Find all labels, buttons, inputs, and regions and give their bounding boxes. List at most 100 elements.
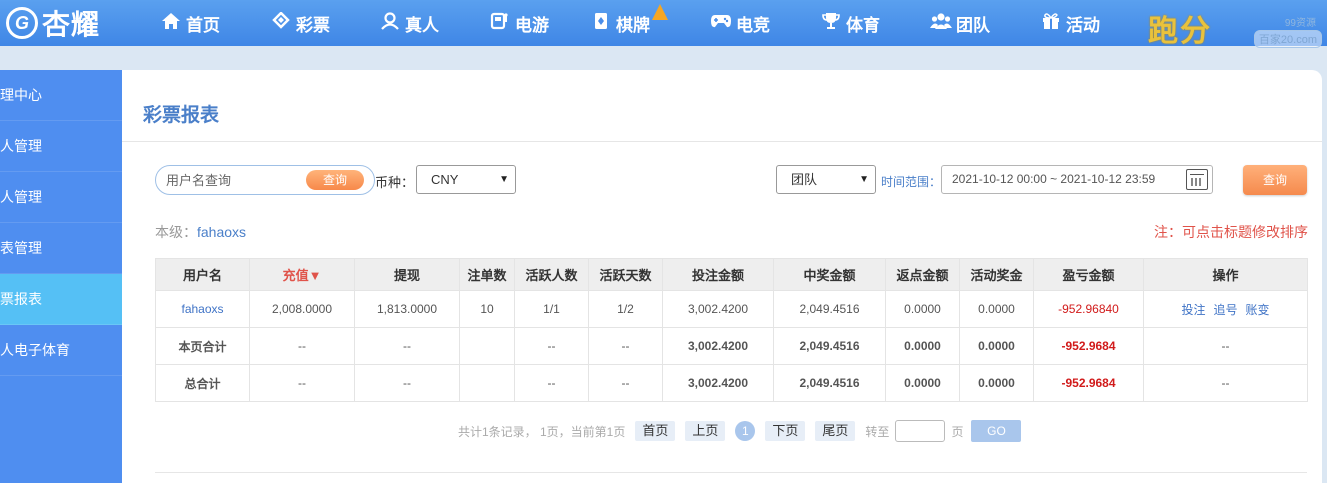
- total-withdraw: --: [354, 364, 460, 402]
- total-orders: [459, 364, 515, 402]
- total-actions: --: [1143, 327, 1308, 365]
- row-rebate: 0.0000: [885, 290, 960, 328]
- col-rebate[interactable]: 返点金额: [885, 258, 960, 291]
- page-total-row: 本页合计 -- -- -- -- 3,002.4200 2,049.4516 0…: [155, 327, 1308, 365]
- row-active-users: 1/1: [514, 290, 589, 328]
- date-range-input[interactable]: 2021-10-12 00:00 ~ 2021-10-12 23:59: [941, 165, 1213, 194]
- total-bet: 3,002.4200: [662, 364, 774, 402]
- nav-label: 体育: [846, 15, 880, 35]
- report-table: 用户名 充值▼ 提现 注单数 活跃人数 活跃天数 投注金额 中奖金额 返点金额 …: [155, 258, 1308, 402]
- table-header-row: 用户名 充值▼ 提现 注单数 活跃人数 活跃天数 投注金额 中奖金额 返点金额 …: [155, 258, 1308, 291]
- nav-item-chess-cards[interactable]: 棋牌: [590, 0, 710, 46]
- first-page-button[interactable]: 首页: [635, 421, 676, 441]
- table-row: fahaoxs 2,008.0000 1,813.0000 10 1/1 1/2…: [155, 290, 1308, 328]
- current-level: 本级：fahaoxs: [155, 222, 246, 242]
- account-change-link[interactable]: 账变: [1246, 303, 1270, 317]
- nav-item-lottery[interactable]: 彩票: [270, 0, 379, 46]
- nav-label: 彩票: [296, 15, 330, 35]
- ticket-icon: [270, 10, 292, 35]
- chevron-down-icon: ▼: [499, 174, 509, 185]
- brand-logo[interactable]: G 杏耀: [6, 5, 100, 41]
- col-profit[interactable]: 盈亏金额: [1033, 258, 1144, 291]
- total-bet: 3,002.4200: [662, 327, 774, 365]
- chase-link[interactable]: 追号: [1213, 303, 1237, 317]
- gift-icon: [1040, 12, 1062, 35]
- username-search-input[interactable]: [166, 169, 296, 191]
- page-title: 彩票报表: [143, 105, 220, 126]
- title-divider: [122, 141, 1322, 142]
- gamepad-icon: [710, 13, 732, 34]
- sidebar-item-management-2[interactable]: 人管理: [0, 172, 122, 223]
- goto-page-input[interactable]: [895, 420, 946, 442]
- username-search-button[interactable]: 查询: [306, 170, 364, 190]
- promo-banner-text[interactable]: 跑分: [1148, 6, 1212, 50]
- last-page-button[interactable]: 尾页: [815, 421, 856, 441]
- col-bet-amount[interactable]: 投注金额: [662, 258, 774, 291]
- col-win-amount[interactable]: 中奖金额: [773, 258, 886, 291]
- row-orders: 10: [459, 290, 515, 328]
- next-page-button[interactable]: 下页: [765, 421, 806, 441]
- total-deposit: --: [249, 364, 355, 402]
- calendar-icon[interactable]: [1186, 169, 1208, 190]
- main-nav: 首页 彩票 真人 电游 棋牌 电竞 体育 团队 活动: [160, 0, 1140, 46]
- row-bonus: 0.0000: [959, 290, 1034, 328]
- total-active-users: --: [514, 364, 589, 402]
- scope-select[interactable]: 团队 ▼: [776, 165, 876, 194]
- total-orders: [459, 327, 515, 365]
- col-active-days[interactable]: 活跃天数: [588, 258, 663, 291]
- total-win: 2,049.4516: [773, 327, 886, 365]
- nav-item-slots[interactable]: 电游: [489, 0, 590, 46]
- col-username[interactable]: 用户名: [155, 258, 250, 291]
- total-label: 总合计: [155, 364, 250, 402]
- nav-item-sports[interactable]: 体育: [820, 0, 930, 46]
- person-icon: [379, 11, 401, 35]
- query-button[interactable]: 查询: [1243, 165, 1307, 195]
- bet-link[interactable]: 投注: [1181, 303, 1205, 317]
- sidebar: 理中心 人管理 人管理 表管理 票报表 人电子体育: [0, 70, 122, 483]
- sidebar-item-lottery-report[interactable]: 票报表: [0, 274, 122, 325]
- col-active-users[interactable]: 活跃人数: [514, 258, 589, 291]
- total-rebate: 0.0000: [885, 327, 960, 365]
- row-profit: -952.96840: [1033, 290, 1144, 328]
- nav-item-home[interactable]: 首页: [160, 0, 270, 46]
- row-username[interactable]: fahaoxs: [155, 290, 250, 328]
- row-withdraw: 1,813.0000: [354, 290, 460, 328]
- go-button[interactable]: GO: [971, 420, 1022, 442]
- username-search: 查询: [155, 165, 375, 195]
- nav-label: 电竞: [736, 15, 770, 35]
- nav-item-live[interactable]: 真人: [379, 0, 489, 46]
- page-unit-label: 页: [951, 424, 964, 439]
- col-deposit[interactable]: 充值▼: [249, 258, 355, 291]
- main-panel: 彩票报表 查询 币种： CNY ▼ 团队 ▼ 时间范围： 2021-10-12 …: [122, 70, 1322, 483]
- col-withdraw[interactable]: 提现: [354, 258, 460, 291]
- hot-flame-icon: [652, 4, 668, 20]
- col-orders[interactable]: 注单数: [459, 258, 515, 291]
- trophy-icon: [820, 12, 842, 35]
- total-bonus: 0.0000: [959, 327, 1034, 365]
- total-rebate: 0.0000: [885, 364, 960, 402]
- total-profit: -952.9684: [1033, 327, 1144, 365]
- nav-item-activity[interactable]: 活动: [1040, 0, 1140, 46]
- prev-page-button[interactable]: 上页: [685, 421, 726, 441]
- sidebar-item-management-1[interactable]: 人管理: [0, 121, 122, 172]
- home-icon: [160, 12, 182, 35]
- level-username[interactable]: fahaoxs: [197, 224, 246, 240]
- sidebar-item-center[interactable]: 理中心: [0, 70, 122, 121]
- currency-select[interactable]: CNY ▼: [416, 165, 516, 194]
- nav-item-team[interactable]: 团队: [930, 0, 1040, 46]
- col-bonus[interactable]: 活动奖金: [959, 258, 1034, 291]
- date-range-value: 2021-10-12 00:00 ~ 2021-10-12 23:59: [952, 172, 1156, 186]
- total-label: 本页合计: [155, 327, 250, 365]
- current-page[interactable]: 1: [735, 421, 756, 441]
- total-bonus: 0.0000: [959, 364, 1034, 402]
- team-icon: [930, 12, 952, 35]
- col-actions: 操作: [1143, 258, 1308, 291]
- logo-mark: G: [6, 7, 38, 39]
- sidebar-item-report-management[interactable]: 表管理: [0, 223, 122, 274]
- pagination: 共计1条记录， 1页，当前第1页 首页 上页 1 下页 尾页 转至 页 GO: [458, 420, 1022, 442]
- total-actions: --: [1143, 364, 1308, 402]
- sidebar-item-esports[interactable]: 人电子体育: [0, 325, 122, 376]
- watermark-bottom-text: 百家20.com: [1253, 30, 1322, 48]
- bottom-divider: [155, 472, 1307, 473]
- nav-item-esports[interactable]: 电竞: [710, 0, 820, 46]
